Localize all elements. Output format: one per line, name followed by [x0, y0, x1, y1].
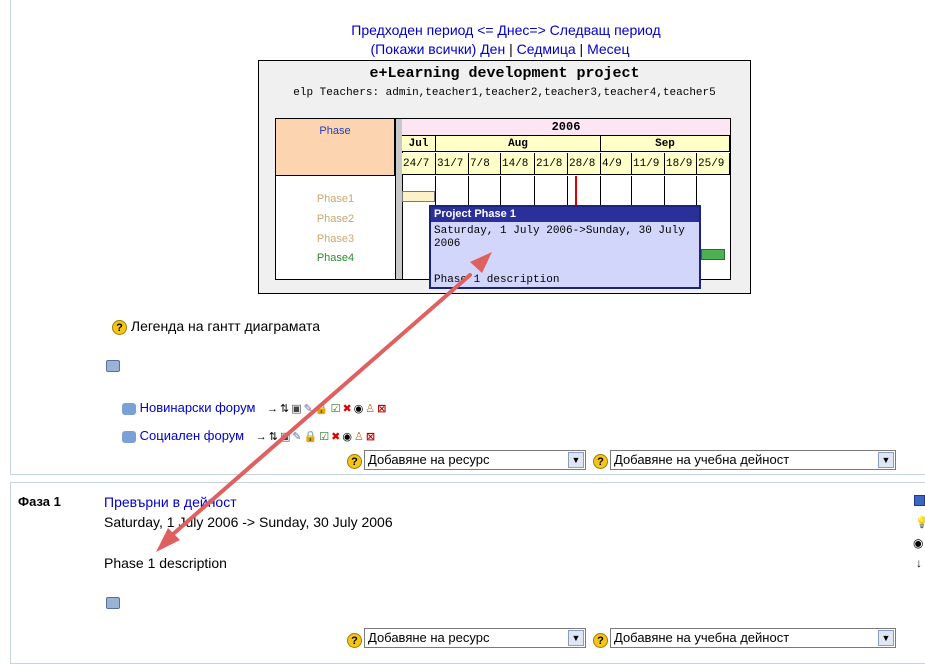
add-activity-label: Добавяне на учебна дейност [614, 630, 790, 645]
phase-dates: Saturday, 1 July 2006 -> Sunday, 30 July… [104, 514, 393, 530]
view-nav: (Покажи всички) Ден | Седмица | Месец [0, 41, 925, 57]
gantt-teachers: elp Teachers: admin,teacher1,teacher2,te… [293, 87, 716, 99]
move-down-icon[interactable]: ↓ [916, 556, 922, 570]
month-jul: Jul [402, 136, 436, 152]
eye-icon[interactable]: ◉ [913, 536, 923, 550]
news-forum-link[interactable]: Новинарски форум [140, 400, 256, 415]
lock-icon[interactable]: 🔒 [304, 430, 318, 443]
delete-icon[interactable]: ✖ [331, 430, 340, 443]
forum-icon [122, 402, 136, 415]
legend-label: Легенда на гантт диаграмата [130, 318, 321, 334]
move-right-icon[interactable]: → [256, 431, 267, 443]
collapse-icon[interactable] [914, 495, 925, 506]
edit-summary-icon[interactable] [106, 597, 120, 609]
check-icon[interactable]: ☑ [331, 402, 341, 415]
help-icon[interactable]: ? [593, 633, 608, 648]
chevron-down-icon[interactable]: ▼ [878, 452, 894, 468]
highlight-icon[interactable]: 💡 [915, 516, 925, 529]
phase4-bar[interactable] [701, 249, 725, 260]
move-right-icon[interactable]: → [267, 403, 278, 415]
today-link[interactable]: <= Днес=> [477, 22, 546, 38]
add-activity-select[interactable]: Добавяне на учебна дейност ▼ [610, 628, 896, 648]
phase-label: Phase3 [316, 233, 355, 245]
group-icon[interactable]: ⊠ [366, 430, 375, 443]
next-period-link[interactable]: Следващ период [550, 22, 661, 38]
phase-label: Phase2 [316, 213, 355, 225]
gantt-legend: ? Легенда на гантт диаграмата [112, 318, 320, 335]
lock-icon[interactable]: 🔒 [315, 402, 329, 415]
week-cell: 28/8 [568, 153, 601, 175]
move-icon[interactable]: ⇅ [269, 430, 278, 443]
phase-label: Phase1 [316, 193, 355, 205]
update-icon[interactable]: ▣ [291, 402, 301, 415]
week-cell: 31/7 [436, 153, 469, 175]
phase-description: Phase 1 description [104, 555, 227, 571]
week-cell: 24/7 [402, 153, 436, 175]
add-resource-select[interactable]: Добавяне на ресурс ▼ [364, 628, 586, 648]
edit-summary-icon[interactable] [106, 360, 120, 372]
social-forum-link[interactable]: Социален форум [140, 428, 244, 443]
check-icon[interactable]: ☑ [319, 430, 329, 443]
update-icon[interactable]: ▣ [280, 430, 290, 443]
week-view-link[interactable]: Седмица [517, 41, 576, 57]
phase-column-header: Phase [276, 119, 395, 176]
add-resource-label: Добавяне на ресурс [368, 452, 490, 467]
add-activity-label: Добавяне на учебна дейност [614, 452, 790, 467]
add-resource-label: Добавяне на ресурс [368, 630, 490, 645]
week-cell: 25/9 [697, 153, 730, 175]
month-aug: Aug [436, 136, 601, 152]
help-icon[interactable]: ? [347, 633, 362, 648]
week-cell: 21/8 [535, 153, 568, 175]
gantt-title: e+Learning development project [369, 65, 640, 82]
week-cell: 14/8 [501, 153, 535, 175]
user-icon[interactable]: ♙ [354, 430, 364, 443]
eye-icon[interactable]: ◉ [342, 430, 352, 443]
period-nav: Предходен период <= Днес=> Следващ перио… [0, 22, 925, 38]
help-icon[interactable]: ? [347, 454, 362, 469]
month-view-link[interactable]: Месец [587, 41, 629, 57]
forum-tools: → ⇅ ▣ ✎ 🔒 ☑ ✖ ◉ ♙ ⊠ [256, 428, 377, 443]
chevron-down-icon[interactable]: ▼ [568, 630, 584, 646]
delete-icon[interactable]: ✖ [342, 402, 351, 415]
convert-to-activity-link[interactable]: Превърни в дейност [104, 494, 237, 510]
nav-separator: | [579, 41, 584, 57]
group-icon[interactable]: ⊠ [377, 402, 386, 415]
forum-icon [122, 430, 136, 443]
month-sep: Sep [601, 136, 730, 152]
show-all-link[interactable]: (Покажи всички) [371, 41, 477, 57]
day-view-link[interactable]: Ден [480, 41, 505, 57]
week-cell: 7/8 [469, 153, 501, 175]
user-icon[interactable]: ♙ [365, 402, 375, 415]
phase-name: Фаза 1 [18, 494, 61, 509]
edit-icon[interactable]: ✎ [292, 430, 301, 443]
phase1-bar[interactable] [402, 191, 435, 202]
add-resource-select[interactable]: Добавяне на ресурс ▼ [364, 450, 586, 470]
eye-icon[interactable]: ◉ [354, 402, 364, 415]
phase-tooltip: Project Phase 1 Saturday, 1 July 2006->S… [429, 205, 701, 289]
tooltip-description: Phase 1 description [434, 274, 560, 286]
help-icon[interactable]: ? [112, 320, 127, 335]
week-cell: 11/9 [632, 153, 665, 175]
tooltip-dates: Saturday, 1 July 2006->Sunday, 30 July 2… [434, 225, 685, 250]
nav-separator: | [509, 41, 513, 57]
phase-label: Phase4 [316, 252, 355, 264]
year-header: 2006 [402, 119, 730, 136]
week-cell: 4/9 [601, 153, 632, 175]
edit-icon[interactable]: ✎ [304, 402, 313, 415]
forum-tools: → ⇅ ▣ ✎ 🔒 ☑ ✖ ◉ ♙ ⊠ [267, 400, 388, 415]
forum-item: Новинарски форум → ⇅ ▣ ✎ 🔒 ☑ ✖ ◉ ♙ ⊠ [122, 400, 388, 415]
chevron-down-icon[interactable]: ▼ [568, 452, 584, 468]
move-icon[interactable]: ⇅ [280, 402, 289, 415]
prev-period-link[interactable]: Предходен период [351, 22, 473, 38]
chevron-down-icon[interactable]: ▼ [878, 630, 894, 646]
week-cell: 18/9 [665, 153, 697, 175]
tooltip-title: Project Phase 1 [431, 207, 699, 222]
add-activity-select[interactable]: Добавяне на учебна дейност ▼ [610, 450, 896, 470]
forum-item: Социален форум → ⇅ ▣ ✎ 🔒 ☑ ✖ ◉ ♙ ⊠ [122, 428, 377, 443]
help-icon[interactable]: ? [593, 454, 608, 469]
